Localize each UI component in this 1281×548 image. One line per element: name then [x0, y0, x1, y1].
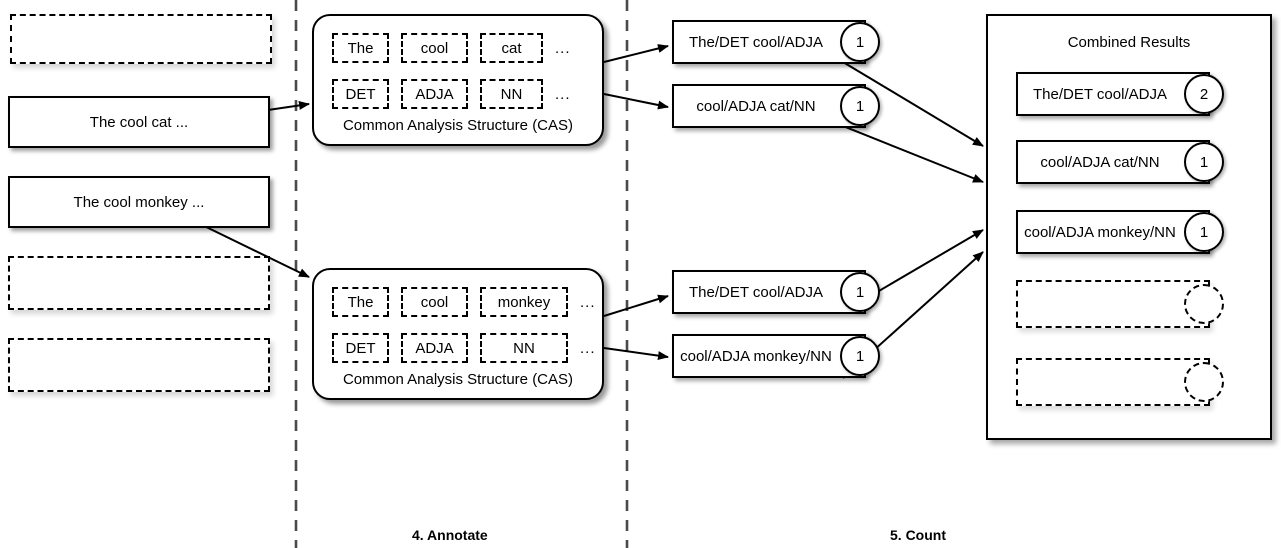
ngram-label-box: The/DET cool/ADJA [672, 20, 866, 64]
combined-result-row-the-det-cool-adja[interactable]: The/DET cool/ADJA 2 [1016, 72, 1248, 116]
cas-tag: ADJA [401, 333, 468, 363]
cas-tag-row: DET ADJA NN ... [332, 333, 596, 363]
cas-token-row: The cool cat ... [332, 33, 571, 63]
ngram-label-box: cool/ADJA monkey/NN [672, 334, 866, 378]
cas-tag: DET [332, 79, 389, 109]
document-placeholder-top[interactable] [10, 14, 272, 64]
cas-tag: ADJA [401, 79, 468, 109]
ngram-count-badge: 1 [840, 22, 880, 62]
combined-result-label: The/DET cool/ADJA [1033, 85, 1167, 103]
combined-result-label-box [1016, 358, 1210, 406]
ngram-label: cool/ADJA cat/NN [696, 97, 816, 115]
combined-result-label-box: The/DET cool/ADJA [1016, 72, 1210, 116]
arrow-cas-monkey-to-ngram-1 [603, 294, 669, 317]
arrow-cas-monkey-to-ngram-2 [603, 347, 669, 361]
cas-tag-ellipsis: ... [555, 85, 571, 103]
combined-result-label-box [1016, 280, 1210, 328]
arrow-doc-cat-to-cas [267, 100, 310, 111]
diagram-canvas: The cool cat ... The cool monkey ... The… [0, 0, 1281, 548]
cas-tag: NN [480, 79, 543, 109]
ngram-count-badge: 1 [840, 272, 880, 312]
ngram-label-box: The/DET cool/ADJA [672, 270, 866, 314]
stage-label-count: 5. Count [890, 527, 946, 543]
cas-token: monkey [480, 287, 568, 317]
ngram-count-badge: 1 [840, 336, 880, 376]
document-placeholder-middle[interactable] [8, 256, 270, 310]
cas-token-row: The cool monkey ... [332, 287, 596, 317]
cas-structure-cat[interactable]: The cool cat ... DET ADJA NN ... Common … [312, 14, 604, 146]
combined-result-label-box: cool/ADJA monkey/NN [1016, 210, 1210, 254]
cas-token: cool [401, 33, 468, 63]
ngram-label: The/DET cool/ADJA [689, 283, 823, 301]
document-text: The cool monkey ... [73, 193, 205, 211]
cas-structure-monkey[interactable]: The cool monkey ... DET ADJA NN ... Comm… [312, 268, 604, 400]
cas-tag: DET [332, 333, 389, 363]
ngram-cat-cool-adja-cat-nn[interactable]: cool/ADJA cat/NN 1 [672, 84, 904, 128]
combined-result-count-badge [1184, 284, 1224, 324]
cas-caption: Common Analysis Structure (CAS) [342, 371, 574, 388]
cas-tag-ellipsis: ... [580, 339, 596, 357]
cas-token: cat [480, 33, 543, 63]
combined-result-count-badge: 2 [1184, 74, 1224, 114]
arrow-cas-cat-to-ngram-2 [603, 93, 669, 110]
combined-result-row-cool-adja-cat-nn[interactable]: cool/ADJA cat/NN 1 [1016, 140, 1248, 184]
ngram-monkey-cool-adja-monkey-nn[interactable]: cool/ADJA monkey/NN 1 [672, 334, 904, 378]
ngram-label: The/DET cool/ADJA [689, 33, 823, 51]
combined-result-label-box: cool/ADJA cat/NN [1016, 140, 1210, 184]
document-placeholder-bottom[interactable] [8, 338, 270, 392]
ngram-label-box: cool/ADJA cat/NN [672, 84, 866, 128]
ngram-label: cool/ADJA monkey/NN [680, 347, 832, 365]
combined-results-title: Combined Results [1067, 34, 1191, 51]
combined-result-count-badge: 1 [1184, 142, 1224, 182]
ngram-monkey-the-det-cool-adja[interactable]: The/DET cool/ADJA 1 [672, 270, 904, 314]
cas-token: The [332, 33, 389, 63]
combined-result-label: cool/ADJA cat/NN [1040, 153, 1160, 171]
combined-result-row-placeholder-2[interactable] [1016, 358, 1248, 406]
combined-result-count-badge: 1 [1184, 212, 1224, 252]
ngram-count-badge: 1 [840, 86, 880, 126]
cas-token: The [332, 287, 389, 317]
cas-token: cool [401, 287, 468, 317]
cas-caption: Common Analysis Structure (CAS) [342, 117, 574, 134]
combined-result-row-cool-adja-monkey-nn[interactable]: cool/ADJA monkey/NN 1 [1016, 210, 1248, 254]
cas-token-ellipsis: ... [580, 293, 596, 311]
cas-token-ellipsis: ... [555, 39, 571, 57]
arrow-cas-cat-to-ngram-1 [603, 44, 669, 63]
combined-result-row-placeholder-1[interactable] [1016, 280, 1248, 328]
stage-label-annotate: 4. Annotate [412, 527, 488, 543]
document-text: The cool cat ... [89, 113, 189, 131]
combined-result-count-badge [1184, 362, 1224, 402]
document-the-cool-cat[interactable]: The cool cat ... [8, 96, 270, 148]
cas-tag-row: DET ADJA NN ... [332, 79, 571, 109]
document-the-cool-monkey[interactable]: The cool monkey ... [8, 176, 270, 228]
arrow-ngram-cat-2-to-results [842, 125, 984, 183]
combined-result-label: cool/ADJA monkey/NN [1024, 223, 1176, 241]
ngram-cat-the-det-cool-adja[interactable]: The/DET cool/ADJA 1 [672, 20, 904, 64]
cas-tag: NN [480, 333, 568, 363]
